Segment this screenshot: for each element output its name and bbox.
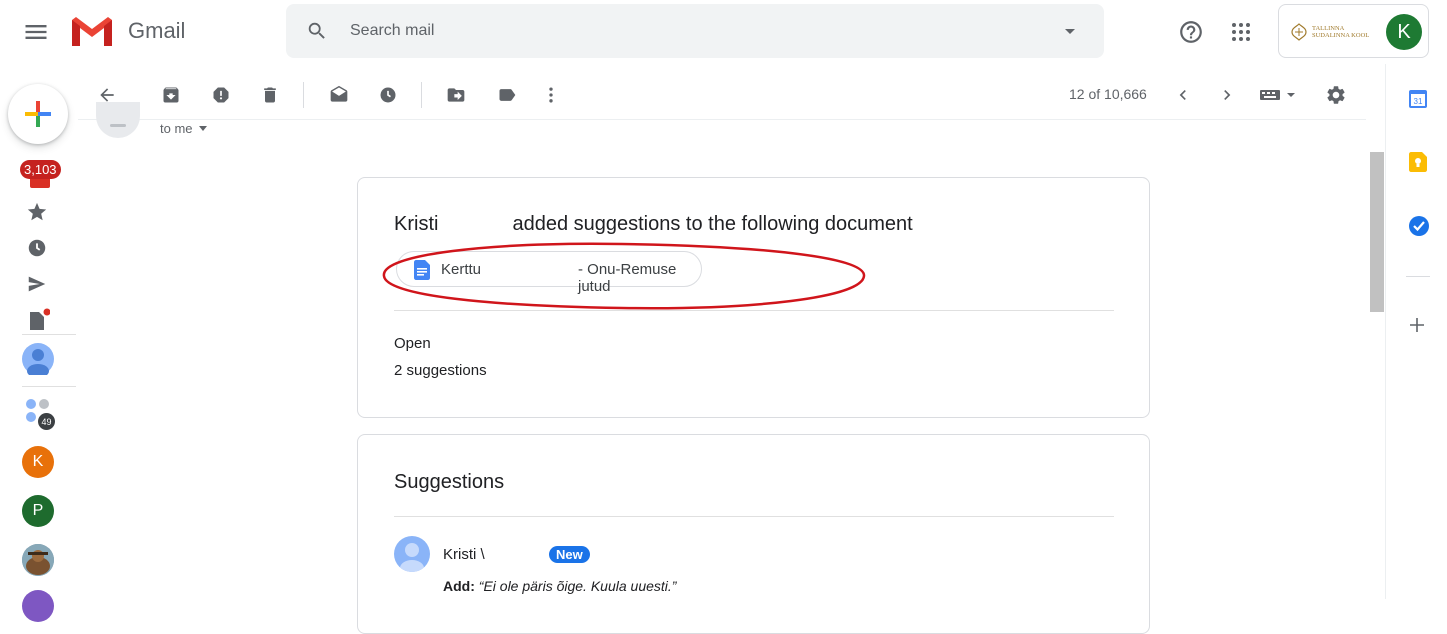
pagination-count: 12 of 10,666 — [1069, 86, 1147, 102]
older-chevron-right-icon[interactable] — [1216, 84, 1238, 106]
nav-starred[interactable] — [26, 201, 48, 223]
account-avatar[interactable]: K — [1386, 14, 1422, 50]
move-to-icon[interactable] — [445, 84, 467, 106]
group-count-badge: 49 — [38, 413, 55, 430]
search-options-icon[interactable] — [1064, 28, 1076, 36]
person-icon — [400, 543, 424, 572]
draft-file-icon — [30, 308, 50, 330]
search-input[interactable] — [350, 16, 1030, 46]
notification-title: Kristi added suggestions to the following… — [394, 213, 913, 236]
new-badge: New — [549, 546, 590, 563]
clock-icon — [28, 239, 46, 257]
school-emblem-icon — [1291, 23, 1307, 41]
search-icon[interactable] — [306, 20, 328, 42]
message-toolbar: 12 of 10,666 — [78, 70, 1366, 120]
rail-divider — [22, 386, 76, 387]
mark-unread-icon[interactable] — [328, 84, 350, 106]
more-options-icon[interactable] — [540, 84, 562, 106]
nav-inbox[interactable]: 3,103 — [20, 160, 62, 190]
nav-drafts[interactable] — [26, 308, 50, 330]
sender-name: Kristi — [394, 213, 439, 235]
calendar-icon[interactable]: 31 — [1409, 88, 1427, 108]
suggestions-count: 2 suggestions — [394, 362, 487, 379]
suggestion-author-avatar — [394, 536, 430, 572]
app-header: Gmail TALLINNA SUDALINNA KOOL — [0, 0, 1447, 64]
suggestion-text: Add: “Ei ole päris õige. Kuula uuesti.” — [443, 578, 676, 594]
send-icon — [28, 276, 46, 292]
tasks-icon[interactable] — [1408, 215, 1430, 237]
keep-icon[interactable] — [1409, 152, 1427, 172]
photo-avatar-icon — [22, 544, 54, 576]
toolbar-separator — [303, 82, 304, 108]
contact-avatar-generic[interactable] — [22, 343, 54, 375]
open-document-link[interactable]: Open — [394, 335, 431, 352]
person-icon — [27, 349, 49, 375]
gmail-logo-text[interactable]: Gmail — [128, 18, 185, 44]
delete-icon[interactable] — [259, 84, 281, 106]
star-icon — [27, 202, 47, 221]
settings-gear-icon[interactable] — [1325, 84, 1347, 106]
nav-sent[interactable] — [26, 273, 48, 295]
organization-logo: TALLINNA SUDALINNA KOOL — [1289, 22, 1369, 42]
suggestion-add-label: Add: — [443, 578, 475, 594]
scrollbar-thumb[interactable] — [1370, 152, 1384, 312]
input-tools-keyboard-icon[interactable] — [1258, 84, 1298, 106]
rail-divider — [22, 334, 76, 335]
org-logo-line2: SUDALINNA KOOL — [1312, 32, 1370, 39]
apps-icon[interactable] — [1229, 20, 1253, 44]
contact-avatar-photo[interactable] — [22, 544, 54, 576]
nav-snoozed[interactable] — [26, 237, 48, 259]
toolbar-separator — [421, 82, 422, 108]
gmail-logo-icon[interactable] — [70, 14, 114, 48]
svg-text:31: 31 — [1414, 97, 1423, 106]
report-spam-icon[interactable] — [210, 84, 232, 106]
org-logo-line1: TALLINNA — [1312, 25, 1345, 32]
compose-button[interactable] — [8, 84, 68, 144]
contact-avatar-p[interactable]: P — [22, 495, 54, 527]
archive-icon[interactable] — [160, 84, 182, 106]
recipient-label: to me — [160, 121, 193, 136]
compose-plus-icon — [25, 101, 51, 127]
chevron-down-icon — [198, 126, 207, 131]
contact-avatar-k[interactable]: K — [22, 446, 54, 478]
suggestion-add-text: “Ei ole päris õige. Kuula uuesti.” — [478, 578, 677, 594]
newer-chevron-left-icon[interactable] — [1172, 84, 1194, 106]
card-divider — [394, 516, 1114, 517]
group-conversations[interactable]: 49 — [22, 396, 56, 430]
recipient-details[interactable]: to me — [160, 121, 207, 136]
suggestions-card: Suggestions Kristi \ New Add: “Ei ole pä… — [357, 434, 1150, 634]
contact-avatar-partial[interactable] — [22, 590, 54, 622]
snooze-icon[interactable] — [377, 84, 399, 106]
main-menu-icon[interactable] — [22, 18, 50, 46]
search-bar[interactable] — [286, 4, 1104, 58]
sender-avatar[interactable] — [96, 102, 140, 138]
suggestions-title: Suggestions — [394, 471, 505, 493]
label-icon[interactable] — [496, 84, 518, 106]
side-panel-divider — [1406, 276, 1430, 277]
add-addon-icon[interactable] — [1409, 317, 1425, 333]
suggestion-author: Kristi \ — [443, 546, 485, 563]
account-switcher[interactable]: TALLINNA SUDALINNA KOOL K — [1278, 4, 1429, 58]
help-icon[interactable] — [1178, 19, 1204, 45]
notification-action: added suggestions to the following docum… — [512, 213, 913, 235]
side-panel: 31 — [1385, 64, 1447, 599]
inbox-unread-count: 3,103 — [20, 160, 61, 179]
red-ellipse-annotation — [382, 242, 866, 310]
